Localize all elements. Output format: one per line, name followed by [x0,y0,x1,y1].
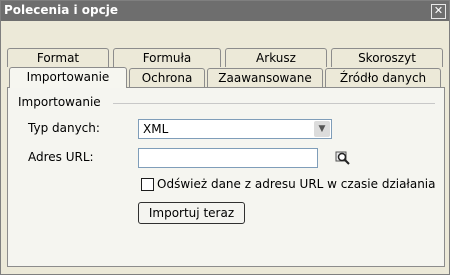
tab-ochrona[interactable]: Ochrona [129,68,205,87]
tab-skoroszyt[interactable]: Skoroszyt [331,48,443,67]
window-title: Polecenia i opcje [4,3,118,17]
import-now-button[interactable]: Importuj teraz [138,202,245,224]
close-icon[interactable]: ✕ [431,4,446,19]
data-type-label: Typ danych: [28,121,100,135]
magnifier-icon[interactable] [335,150,351,166]
tab-importowanie[interactable]: Importowanie [9,67,127,88]
tab-panel-importowanie: Importowanie Typ danych: XML ▼ Adres URL… [7,87,445,267]
url-label: Adres URL: [28,150,94,164]
title-bar: Polecenia i opcje ✕ [1,1,449,21]
data-type-value: XML [143,122,169,136]
data-type-select[interactable]: XML ▼ [138,119,332,139]
refresh-url-checkbox-label[interactable]: Odśwież dane z adresu URL w czasie dział… [157,177,435,191]
url-input[interactable] [138,148,318,168]
group-divider [113,103,435,104]
tab-zaawansowane[interactable]: Zaawansowane [207,68,323,87]
dialog-window: Polecenia i opcje ✕ Format Formuła Arkus… [0,0,450,275]
refresh-url-checkbox[interactable] [141,178,154,191]
chevron-down-icon[interactable]: ▼ [314,121,330,137]
group-label-importowanie: Importowanie [18,95,101,109]
tab-zrodlo-danych[interactable]: Źródło danych [325,68,441,87]
tab-formula[interactable]: Formuła [113,48,221,67]
tab-format[interactable]: Format [7,48,109,67]
tab-arkusz[interactable]: Arkusz [225,48,327,67]
